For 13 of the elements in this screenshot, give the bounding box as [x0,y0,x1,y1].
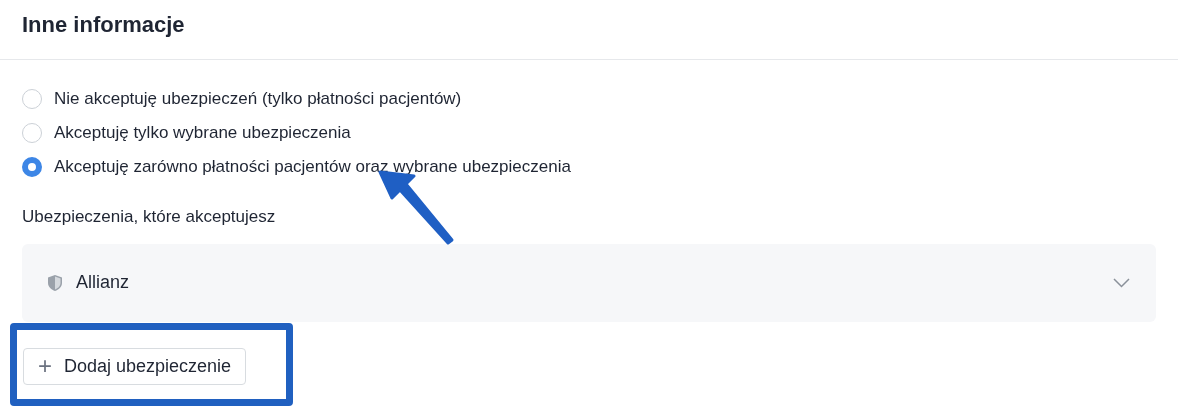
field-label: Ubezpieczenia, które akceptujesz [22,206,277,228]
shield-icon [48,274,62,291]
accordion-item[interactable]: Allianz [22,243,1156,322]
chevron-icon [1113,277,1130,288]
radio-button[interactable] [22,89,42,109]
radio-button[interactable] [22,157,42,177]
radio-label[interactable]: Akceptuję zarówno płatności pacjentów oraz wybrane ubezpieczenia [54,154,571,180]
radio-label[interactable]: Akceptuję tylko wybrane ubezpieczenia [54,120,351,146]
section-title: Inne informacje [0,0,1178,60]
add-insurance-button[interactable]: + Dodaj ubezpieczenie [23,347,247,385]
radio-button[interactable] [22,123,42,143]
radio-label[interactable]: Nie akceptuję ubezpieczeń (tylko płatności pacjentów) [54,86,462,112]
insurance-name: Allianz [76,271,131,294]
